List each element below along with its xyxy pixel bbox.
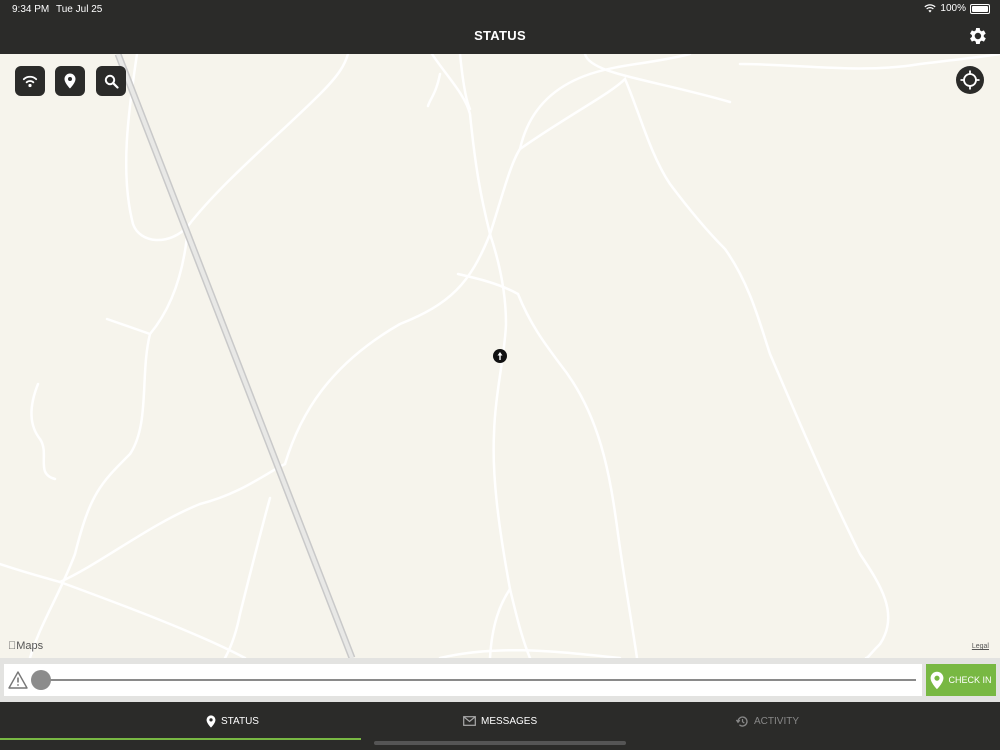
legal-link[interactable]: Legal xyxy=(972,643,989,650)
map-view[interactable]: Maps Legal xyxy=(0,54,1000,658)
wifi-button[interactable] xyxy=(15,66,45,96)
check-in-label: CHECK IN xyxy=(948,675,992,685)
home-indicator xyxy=(374,741,626,745)
slider-track[interactable] xyxy=(44,679,916,681)
control-bar: CHECK IN xyxy=(0,658,1000,702)
search-button[interactable] xyxy=(96,66,126,96)
status-time: 9:34 PM xyxy=(12,4,50,15)
battery-percent: 100% xyxy=(940,3,966,14)
check-in-button[interactable]: CHECK IN xyxy=(926,664,996,696)
location-pin-button[interactable] xyxy=(55,66,85,96)
arrow-up-icon xyxy=(497,352,503,360)
system-status-bar: 9:34 PM Tue Jul 25 100% xyxy=(0,0,1000,18)
tab-activity[interactable]: ACTIVITY xyxy=(736,713,799,729)
tab-activity-label: ACTIVITY xyxy=(754,715,800,727)
slider-thumb[interactable] xyxy=(31,670,51,690)
crosshair-icon xyxy=(960,70,980,90)
apple-logo-icon:  xyxy=(8,640,16,652)
gear-icon[interactable] xyxy=(966,25,988,47)
tab-status-label: STATUS xyxy=(221,715,259,727)
app-header: STATUS xyxy=(0,18,1000,54)
status-date: Tue Jul 25 xyxy=(56,4,103,15)
page-title: STATUS xyxy=(474,28,526,43)
envelope-icon xyxy=(463,716,476,726)
tab-bar: STATUS MESSAGES ACTIVITY xyxy=(0,702,1000,750)
tab-status[interactable]: STATUS xyxy=(206,713,259,729)
maps-attribution: Maps xyxy=(8,640,43,652)
current-location-marker[interactable] xyxy=(493,349,507,363)
wifi-icon xyxy=(22,75,38,88)
history-icon xyxy=(736,715,748,727)
alert-slider[interactable] xyxy=(4,664,922,696)
tab-messages[interactable]: MESSAGES xyxy=(463,713,537,729)
status-right: 100% xyxy=(924,3,990,14)
map-pin-icon xyxy=(206,714,216,728)
wifi-signal-icon xyxy=(924,4,937,13)
warning-triangle-icon xyxy=(8,671,28,689)
search-icon xyxy=(104,74,119,89)
locate-me-button[interactable] xyxy=(956,66,984,94)
maps-attribution-text: Maps xyxy=(8,640,43,652)
tab-messages-label: MESSAGES xyxy=(481,715,538,727)
map-pin-icon xyxy=(64,73,76,89)
active-tab-indicator xyxy=(0,738,361,740)
map-pin-icon xyxy=(931,671,944,689)
battery-icon xyxy=(970,3,990,14)
